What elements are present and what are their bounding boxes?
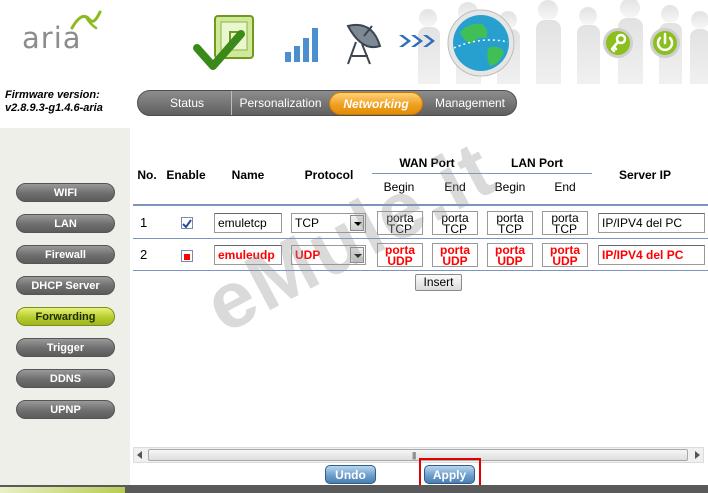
firmware-label: Firmware version: — [5, 89, 100, 101]
col-header-wan-port: WAN Port — [399, 156, 455, 170]
wan-begin-input[interactable]: porta TCP — [377, 211, 423, 235]
scroll-right-icon[interactable] — [695, 451, 700, 459]
device-check-icon — [193, 15, 254, 70]
protocol-value: UDP — [295, 248, 321, 262]
row-divider — [133, 270, 708, 271]
scrollbar-thumb[interactable]: ||| — [148, 449, 688, 461]
protocol-select[interactable]: UDP — [291, 245, 366, 265]
wan-end-input[interactable]: porta TCP — [432, 211, 478, 235]
chevron-down-icon — [350, 215, 364, 231]
protocol-select[interactable]: TCP — [291, 213, 366, 233]
tab-management[interactable]: Management — [424, 91, 516, 115]
col-header-name: Name — [231, 168, 265, 182]
satellite-dish-icon — [346, 24, 382, 65]
wan-begin-input[interactable]: porta UDP — [377, 243, 423, 267]
col-header-lan-begin: Begin — [494, 180, 526, 194]
row-number: 1 — [140, 215, 148, 230]
header-divider — [372, 173, 592, 174]
signal-strength-icon — [285, 28, 318, 62]
wan-end-input[interactable]: porta UDP — [432, 243, 478, 267]
col-header-lan-port: LAN Port — [511, 156, 563, 170]
lan-begin-input[interactable]: porta UDP — [487, 243, 533, 267]
col-header-lan-end: End — [554, 180, 576, 194]
protocol-value: TCP — [295, 216, 319, 230]
chevron-down-icon — [350, 247, 364, 263]
sidebar-item-forwarding[interactable]: Forwarding — [16, 307, 115, 326]
tab-status[interactable]: Status — [144, 91, 230, 115]
lan-begin-input[interactable]: porta TCP — [487, 211, 533, 235]
internet-globe-icon — [447, 9, 515, 77]
col-header-protocol: Protocol — [304, 168, 354, 182]
main-tabs: Status Personalization Networking Manage… — [137, 90, 517, 116]
header-bottom-border — [133, 204, 708, 206]
col-header-wan-end: End — [444, 180, 466, 194]
name-input[interactable]: emuletcp — [214, 213, 282, 233]
enable-checkbox[interactable] — [181, 217, 193, 229]
sidebar-item-dhcp-server[interactable]: DHCP Server — [16, 276, 115, 295]
col-header-no: No. — [137, 168, 157, 182]
name-input[interactable]: emuleudp — [214, 245, 282, 265]
lan-end-input[interactable]: porta UDP — [542, 243, 588, 267]
server-ip-input[interactable]: IP/IPV4 del PC — [598, 245, 705, 265]
sidebar-item-wifi[interactable]: WIFI — [16, 183, 115, 202]
key-icon[interactable] — [602, 27, 634, 59]
sidebar-item-firewall[interactable]: Firewall — [16, 245, 115, 264]
grip-icon: ||| — [412, 451, 416, 460]
checkmark-icon — [184, 254, 190, 260]
sidebar-item-ddns[interactable]: DDNS — [16, 369, 115, 388]
sidebar-item-trigger[interactable]: Trigger — [16, 338, 115, 357]
undo-button[interactable]: Undo — [325, 465, 376, 484]
footer-accent — [0, 487, 125, 493]
row-number: 2 — [140, 247, 148, 262]
firmware-value: v2.8.9.3-g1.4.6-aria — [5, 102, 103, 114]
insert-button[interactable]: Insert — [415, 274, 462, 291]
aria-logo-text: aria — [22, 21, 82, 55]
col-header-enable: Enable — [166, 168, 206, 182]
tab-networking[interactable]: Networking — [329, 92, 423, 115]
sidebar-item-lan[interactable]: LAN — [16, 214, 115, 233]
server-ip-input[interactable]: IP/IPV4 del PC — [598, 213, 705, 233]
lan-end-input[interactable]: porta TCP — [542, 211, 588, 235]
col-header-server-ip: Server IP — [618, 168, 672, 182]
tab-personalization[interactable]: Personalization — [231, 91, 329, 115]
enable-checkbox[interactable] — [181, 250, 193, 262]
checkmark-icon — [182, 219, 192, 229]
sidebar-item-upnp[interactable]: UPNP — [16, 400, 115, 419]
row-divider — [133, 238, 708, 239]
col-header-wan-begin: Begin — [383, 180, 415, 194]
power-icon[interactable] — [649, 27, 681, 59]
firmware-version: Firmware version: v2.8.9.3-g1.4.6-aria — [5, 89, 103, 115]
scroll-left-icon[interactable] — [137, 451, 142, 459]
arrows-forward-icon — [399, 35, 435, 47]
header-banner: aria — [0, 0, 708, 84]
